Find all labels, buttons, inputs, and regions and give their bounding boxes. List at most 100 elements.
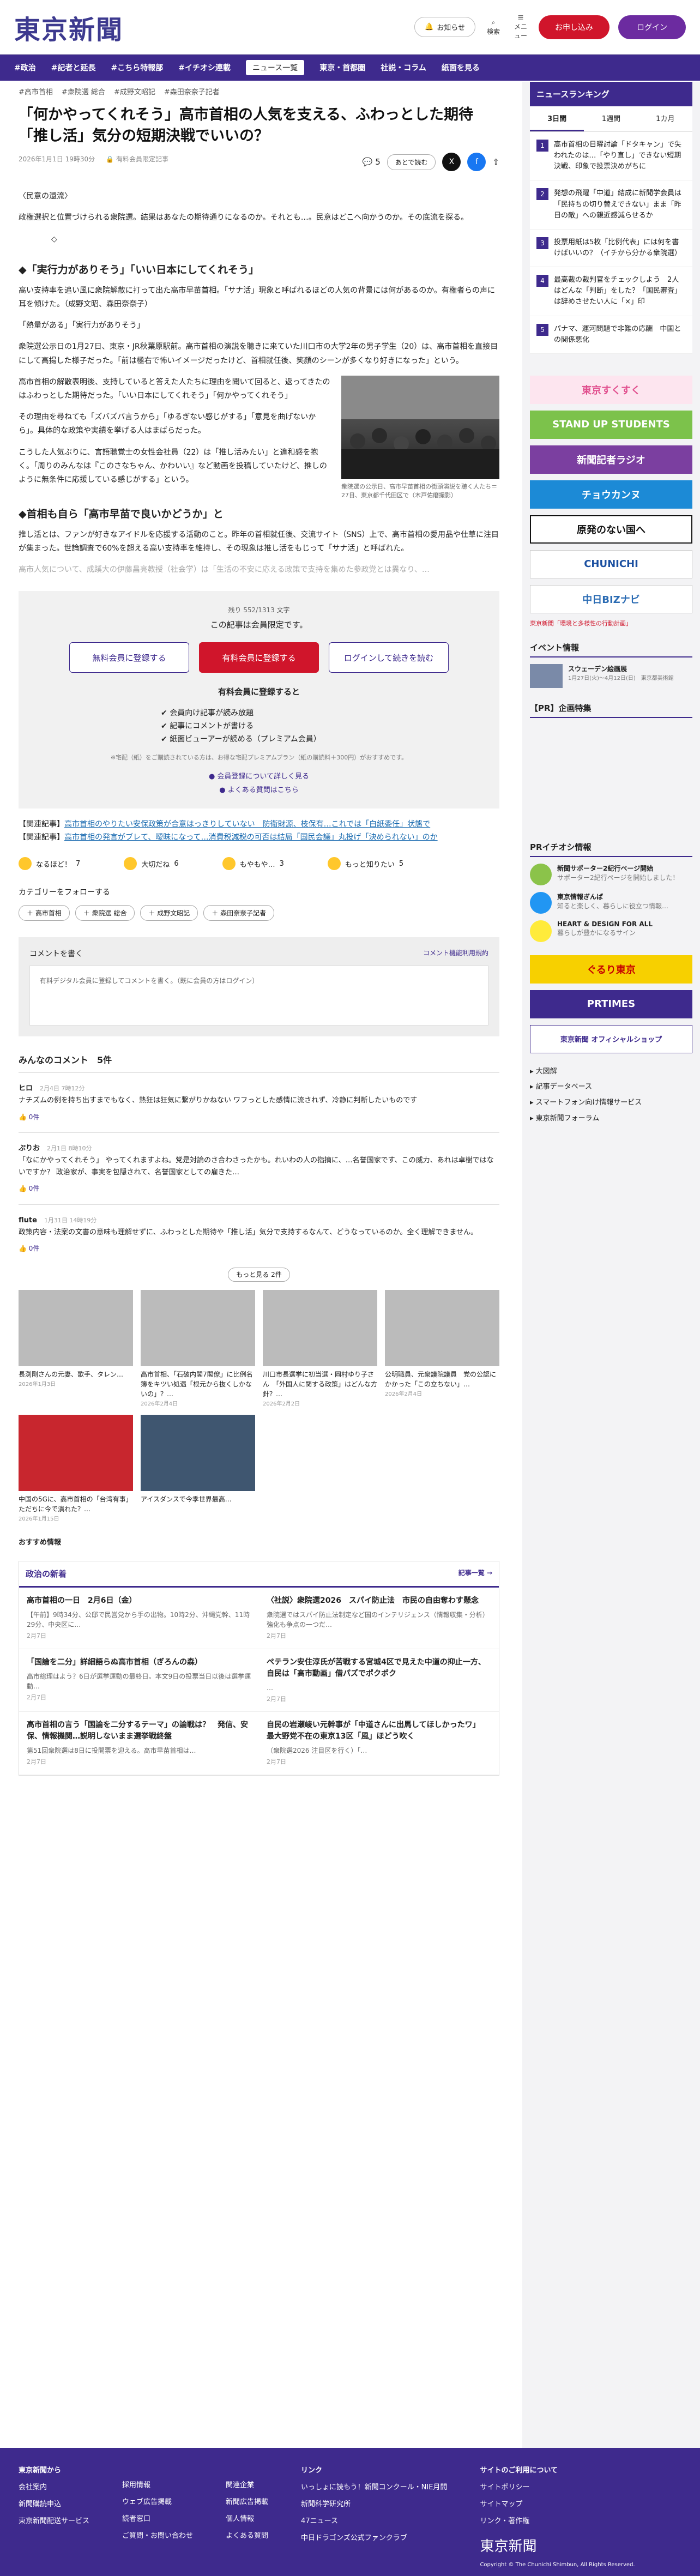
politics-item[interactable]: ペテラン安住淳氏が苦戦する宮城4区で見えた中道の抑止一方、自民は「高市動画」借パ…: [259, 1649, 499, 1712]
ranking-tab[interactable]: 1週間: [584, 106, 638, 131]
banner-environment[interactable]: 東京新聞「環境と多様性の行動計画」: [530, 619, 692, 628]
footer-link[interactable]: いっしょに読もう！新聞コンクール・NIE月間: [301, 2481, 447, 2491]
nav-dropdown[interactable]: ニュース一覧: [245, 60, 305, 75]
sidebar-link[interactable]: ▸ スマートフォン向け情報サービス: [530, 1095, 692, 1111]
footer-link[interactable]: 個人情報: [226, 2513, 268, 2523]
nav-item[interactable]: #政治: [14, 62, 36, 73]
news-card[interactable]: 川口市長選挙に初当選・岡村ゆり子さん 「外国人に関する政策」はどんな方針？… 20…: [263, 1290, 377, 1407]
reaction-button[interactable]: もやもや… 3: [222, 857, 284, 871]
nav-item[interactable]: #こちら特報部: [111, 62, 163, 73]
sidebar-link[interactable]: ▸ 大図解: [530, 1064, 692, 1080]
footer-logo[interactable]: 東京新聞: [480, 2535, 635, 2555]
banner-radio[interactable]: 新聞記者ラジオ: [530, 445, 692, 474]
event-item[interactable]: スウェーデン絵画展 1月27日(火)〜4月12日(日) 東京都美術館: [530, 663, 692, 688]
ranking-item[interactable]: 3 投票用紙は5枚「比例代表」には何を書けばいいの？（イチから分かる衆院選）: [530, 230, 692, 268]
faq-link[interactable]: ● よくある質問はこちら: [40, 784, 478, 794]
footer-link[interactable]: サイトポリシー: [480, 2481, 635, 2491]
menu-button[interactable]: ☰ メニュー: [511, 14, 530, 40]
ranking-item[interactable]: 1 高市首相の日曜討論「ドタキャン」で失われたのは…「やり直し」できない短期決戦、…: [530, 132, 692, 181]
footer-link[interactable]: 新聞広告掲載: [226, 2496, 268, 2506]
site-logo[interactable]: 東京新聞: [14, 8, 123, 46]
footer-link[interactable]: 47ニュース: [301, 2515, 447, 2525]
related-item[interactable]: 【関連記事】高市首相のやりたい安保政策が合意はっきりしていない 防衛財源、枝保有…: [19, 818, 499, 831]
comment-good-button[interactable]: 👍 0件: [19, 1183, 499, 1194]
pr-item[interactable]: HEART & DESIGN FOR ALL 暮らしが豊かになるサイン: [530, 920, 692, 942]
news-card[interactable]: 高市首相、「石破内閣7閣僚」に比例名簿をキツい処遇「根元から抜くしかないの」？……: [141, 1290, 255, 1407]
login-button[interactable]: ログイン: [618, 15, 686, 39]
banner-gururi[interactable]: ぐるり東京: [530, 955, 692, 984]
tag-link[interactable]: #高市首相: [19, 86, 53, 96]
related-item[interactable]: 【関連記事】高市首相の発言がブレて、曖昧になって…消費税減税の可否は結局「国民会…: [19, 831, 499, 844]
paid-register-button[interactable]: 有料会員に登録する: [199, 642, 319, 673]
banner-chokan[interactable]: チョウカンヌ: [530, 480, 692, 509]
share-icon[interactable]: ⇪: [492, 157, 499, 167]
news-card[interactable]: アイスダンスで今季世界最高…: [141, 1415, 255, 1522]
news-card[interactable]: 中国の5Gに、高市首相の「台湾有事」ただちに今で潰れた？… 2026年1月15日: [19, 1415, 133, 1522]
comment-prompt[interactable]: 有料デジタル会員に登録してコメントを書く。（既に会員の方はログイン）: [29, 966, 488, 1026]
footer-link[interactable]: ご質問・お問い合わせ: [122, 2530, 193, 2540]
search-button[interactable]: ⌕ 検索: [484, 19, 503, 36]
footer-link[interactable]: 採用情報: [122, 2479, 193, 2489]
reaction-button[interactable]: もっと知りたい 5: [327, 857, 403, 871]
comment-policy-link[interactable]: コメント機能利用規約: [423, 948, 488, 959]
follow-chip[interactable]: ＋ 衆院選 総合: [75, 905, 135, 921]
news-card[interactable]: 長渕剛さんの元妻、歌手、タレン… 2026年1月3日: [19, 1290, 133, 1407]
news-card[interactable]: 公明職員、元衆議院議員 党の公認にかかった「この立ちない」… 2026年2月4日: [385, 1290, 499, 1407]
footer-link[interactable]: 中日ドラゴンズ公式ファンクラブ: [301, 2532, 447, 2542]
subscribe-button[interactable]: お申し込み: [539, 15, 610, 39]
banner-genpatsu[interactable]: 原発のない国へ: [530, 515, 692, 544]
ranking-tab[interactable]: 3日間: [530, 106, 584, 131]
nav-item[interactable]: #記者と延長: [51, 62, 96, 73]
comment-good-button[interactable]: 👍 0件: [19, 1112, 499, 1123]
follow-chip[interactable]: ＋ 高市首相: [19, 905, 70, 921]
pr-item[interactable]: 新聞サポーター2紀行ページ開始 サポーター2紀行ページを開始しました！: [530, 863, 692, 885]
banner-shop[interactable]: 東京新聞 オフィシャルショップ: [530, 1024, 692, 1053]
footer-link[interactable]: サイトマップ: [480, 2498, 635, 2508]
comment-count[interactable]: 💬 5: [363, 157, 381, 167]
politics-item[interactable]: 自民の岩瀬崚い元幹事が「中道さんに出馬してほしかったワ」 最大野党不在の東京13…: [259, 1712, 499, 1775]
footer-link[interactable]: 関連企業: [226, 2479, 268, 2489]
politics-item[interactable]: 〈社説〉衆院選2026 スパイ防止法 市民の自由奪わす懸念 衆院選ではスパイ防止法…: [259, 1588, 499, 1649]
footer-link[interactable]: 読者窓口: [122, 2513, 193, 2523]
notice-button[interactable]: 🔔 お知らせ: [414, 17, 475, 37]
nav-item[interactable]: #イチオシ連載: [178, 62, 231, 73]
nav-dropdown[interactable]: 東京・首都圏: [319, 62, 365, 73]
article-photo[interactable]: 衆院選の公示日、高市早苗首相の街頭演説を聴く人たち＝27日、東京都千代田区で（木…: [341, 375, 499, 500]
footer-link[interactable]: 会社案内: [19, 2481, 89, 2491]
more-comments-button[interactable]: もっと見る 2件: [228, 1268, 290, 1282]
banner-biznavi[interactable]: 中日BIZナビ: [530, 584, 692, 613]
footer-link[interactable]: よくある質問: [226, 2530, 268, 2540]
ranking-item[interactable]: 5 パナマ、運河問題で非難の応酬 中国との関係悪化: [530, 316, 692, 354]
sidebar-link[interactable]: ▸ 東京新聞フォーラム: [530, 1111, 692, 1127]
footer-link[interactable]: 新聞科学研究所: [301, 2498, 447, 2508]
save-later-button[interactable]: あとで読む: [387, 154, 436, 170]
ranking-tab[interactable]: 1カ月: [638, 106, 692, 131]
politics-item[interactable]: 高市首相の一日 2月6日（金） 【午前】9時34分、公邸で民営党から手の出物。10…: [19, 1588, 259, 1649]
footer-link[interactable]: リンク・著作権: [480, 2515, 635, 2525]
politics-item[interactable]: 高市首相の言う「国論を二分するテーマ」の論戦は？ 発信、安保、情報機関…説明しな…: [19, 1712, 259, 1775]
ranking-item[interactable]: 2 発想の飛躍「中道」結成に新聞学会員は「民持ちの切り替えできない」まま「昨日の敵…: [530, 180, 692, 230]
politics-more[interactable]: 記事一覧 →: [458, 1568, 492, 1579]
tag-link[interactable]: #成野文昭記: [114, 86, 155, 96]
nav-dropdown[interactable]: 紙面を見る: [442, 62, 480, 73]
banner-sukusuku[interactable]: 東京すくすく: [530, 375, 692, 404]
footer-link[interactable]: ウェブ広告掲載: [122, 2496, 193, 2506]
x-share-icon[interactable]: X: [442, 153, 461, 172]
tag-link[interactable]: #森田奈奈子記者: [164, 86, 220, 96]
banner-chunichi[interactable]: CHUNICHI: [530, 550, 692, 578]
reaction-button[interactable]: なるほど！ 7: [19, 857, 80, 871]
footer-link[interactable]: 東京新聞配送サービス: [19, 2515, 89, 2525]
facebook-share-icon[interactable]: f: [467, 153, 486, 172]
follow-chip[interactable]: ＋ 成野文昭記: [140, 905, 198, 921]
sidebar-link[interactable]: ▸ 記事データベース: [530, 1079, 692, 1095]
banner-standup[interactable]: STAND UP STUDENTS: [530, 410, 692, 439]
pr-item[interactable]: 東京情報ぎんぱ 知ると楽しく、暮らしに役立つ情報…: [530, 891, 692, 914]
member-info-link[interactable]: ● 会員登録について詳しく見る: [40, 770, 478, 781]
login-continue-button[interactable]: ログインして続きを読む: [329, 642, 449, 673]
ranking-item[interactable]: 4 最高裁の裁判官をチェックしよう 2人はどんな「判断」をした？「国民審査」は辞め…: [530, 267, 692, 316]
politics-item[interactable]: 「国論を二分」詳細語らぬ高市首相（ぎろんの森） 高市総理はよう？6日が選挙運動の最…: [19, 1649, 259, 1712]
footer-link[interactable]: 新聞購読申込: [19, 2498, 89, 2508]
nav-dropdown[interactable]: 社説・コラム: [381, 62, 426, 73]
reaction-button[interactable]: 大切だね 6: [124, 857, 179, 871]
banner-prtimes[interactable]: PRTIMES: [530, 990, 692, 1018]
